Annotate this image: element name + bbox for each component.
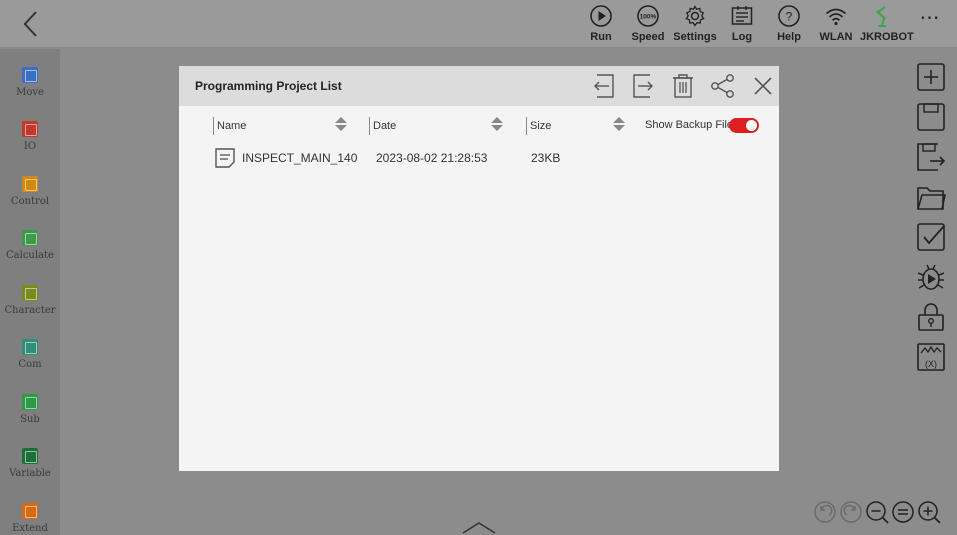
robot-arm-icon (876, 6, 886, 27)
run-label: Run (590, 31, 612, 43)
sidebar-item-label: Character (4, 305, 56, 316)
svg-text:(X): (X) (925, 359, 937, 369)
save-icon[interactable] (916, 102, 946, 132)
zoom-in-icon[interactable] (917, 500, 941, 524)
help-icon: ? (778, 5, 800, 27)
show-backup-label: Show Backup Files (645, 119, 739, 131)
import-icon[interactable] (591, 73, 617, 99)
sub-icon (22, 394, 38, 410)
file-table-header: Name Date Size Show Backup Files (179, 114, 779, 136)
undo-icon[interactable] (813, 500, 837, 524)
share-icon[interactable] (710, 73, 736, 99)
wlan-button[interactable]: WLAN (812, 4, 860, 46)
extend-icon (22, 503, 38, 519)
com-icon (22, 339, 38, 355)
settings-icon (685, 5, 705, 27)
chevron-up-icon[interactable] (461, 520, 497, 535)
log-icon (731, 6, 753, 25)
control-icon (22, 176, 38, 192)
sidebar-item-character[interactable]: Character (0, 279, 60, 333)
sidebar-item-label: IO (23, 141, 37, 152)
variable-watch-icon[interactable]: (X) (916, 342, 946, 372)
sort-date-icon[interactable] (490, 116, 504, 132)
log-button[interactable]: Log (718, 4, 766, 46)
sidebar-item-label: Control (10, 196, 50, 207)
file-size: 23KB (531, 151, 561, 165)
io-icon (22, 121, 38, 137)
close-icon[interactable] (750, 73, 776, 99)
more-menu-button[interactable]: ⋯ (916, 8, 944, 34)
dialog-header: Programming Project List (179, 66, 779, 106)
check-program-icon[interactable] (916, 222, 946, 252)
sidebar-item-variable[interactable]: Variable (0, 442, 60, 496)
sidebar-item-sub[interactable]: Sub (0, 388, 60, 442)
run-icon (590, 5, 612, 27)
sidebar-item-io[interactable]: IO (0, 115, 60, 169)
toggle-knob (746, 120, 757, 131)
svg-text:?: ? (786, 10, 793, 24)
speed-label: Speed (631, 31, 665, 43)
sort-name-icon[interactable] (334, 116, 348, 132)
move-icon (22, 67, 38, 83)
zoom-out-icon[interactable] (865, 500, 889, 524)
robot-label: JKROBOT (860, 31, 914, 43)
file-name: INSPECT_MAIN_140 (242, 151, 358, 165)
robot-button[interactable]: JKROBOT (860, 4, 914, 46)
sidebar-item-calculate[interactable]: Calculate (0, 224, 60, 278)
speed-value: 100% (640, 14, 657, 21)
new-program-icon[interactable] (916, 62, 946, 92)
dialog-title: Programming Project List (195, 79, 342, 93)
speed-button[interactable]: 100% Speed (624, 4, 672, 46)
sidebar-item-label: Variable (9, 468, 51, 479)
sidebar-item-label: Calculate (6, 250, 54, 261)
column-size[interactable]: Size (526, 117, 551, 135)
lock-icon[interactable] (916, 302, 946, 332)
zoom-reset-icon[interactable] (891, 500, 915, 524)
wlan-label: WLAN (819, 31, 853, 43)
file-date: 2023-08-02 21:28:53 (376, 151, 488, 165)
help-label: Help (777, 31, 801, 43)
debug-icon[interactable] (916, 262, 946, 292)
column-name[interactable]: Name (213, 117, 246, 135)
sidebar-item-move[interactable]: Move (0, 61, 60, 115)
sidebar-item-label: Extend (12, 523, 48, 534)
help-button[interactable]: ? Help (765, 4, 813, 46)
sidebar-item-extend[interactable]: Extend (0, 497, 60, 535)
sidebar-item-control[interactable]: Control (0, 170, 60, 224)
settings-button[interactable]: Settings (671, 4, 719, 46)
wifi-icon (825, 8, 847, 26)
show-backup-toggle[interactable] (729, 118, 759, 133)
export-icon[interactable] (630, 73, 656, 99)
redo-icon[interactable] (839, 500, 863, 524)
back-arrow-icon[interactable] (16, 8, 44, 40)
settings-label: Settings (673, 31, 717, 43)
variable-icon (22, 448, 38, 464)
top-bar: Run 100% Speed Settings Log ? Help WLAN … (0, 0, 957, 48)
project-list-dialog: Programming Project List Name Date Size … (179, 66, 779, 471)
sidebar-item-label: Com (18, 359, 42, 370)
log-label: Log (731, 31, 753, 43)
sidebar-item-com[interactable]: Com (0, 333, 60, 387)
sidebar-item-label: Sub (20, 414, 40, 425)
run-button[interactable]: Run (577, 4, 625, 46)
document-icon (215, 148, 235, 168)
open-folder-icon[interactable] (916, 182, 946, 212)
column-date[interactable]: Date (369, 117, 396, 135)
delete-icon[interactable] (670, 73, 696, 99)
character-icon (22, 285, 38, 301)
speed-icon: 100% (637, 5, 659, 27)
file-row[interactable]: INSPECT_MAIN_140 2023-08-02 21:28:53 23K… (179, 146, 779, 170)
sort-size-icon[interactable] (612, 116, 626, 132)
save-as-icon[interactable] (916, 142, 946, 172)
calculate-icon (22, 230, 38, 246)
block-sidebar: Move IO Control Calculate Character Com … (0, 49, 60, 535)
sidebar-item-label: Move (16, 87, 44, 98)
